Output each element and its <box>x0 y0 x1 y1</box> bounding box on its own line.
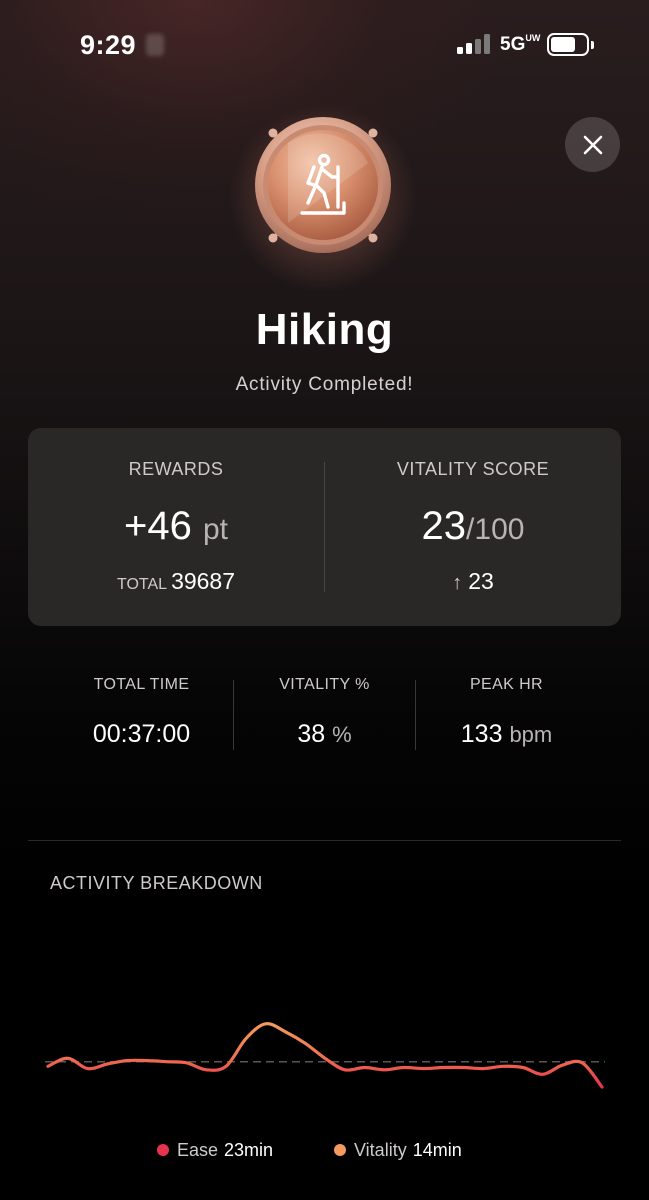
ease-dot-icon <box>157 1144 169 1156</box>
battery-icon <box>547 33 594 56</box>
activity-stats: TOTAL TIME 00:37:00 VITALITY % 38 % PEAK… <box>50 665 600 765</box>
legend-vitality: Vitality 14min <box>334 1140 462 1161</box>
rewards-total-label: TOTAL <box>116 576 168 593</box>
rewards-total: TOTAL 39687 <box>28 568 324 595</box>
activity-status: Activity Completed! <box>235 374 414 395</box>
vitality-score-section: VITALITY SCORE 23/100 ↑ 23 <box>325 428 621 626</box>
cellular-signal-icon <box>457 34 491 54</box>
close-button[interactable] <box>565 117 620 172</box>
vitality-score-change: ↑ 23 <box>325 568 621 595</box>
rewards-unit: pt <box>202 513 228 546</box>
stat-total-time: TOTAL TIME 00:37:00 <box>50 665 233 755</box>
arrow-up-icon: ↑ <box>452 572 463 594</box>
activity-breakdown-chart <box>45 1022 605 1089</box>
network-suffix: UW <box>525 32 541 43</box>
network-label: 5G <box>500 34 526 55</box>
legend-label: Vitality <box>354 1140 407 1160</box>
vitality-score-change-value: 23 <box>468 568 494 594</box>
breakdown-title: ACTIVITY BREAKDOWN <box>50 873 263 893</box>
stat-label: VITALITY % <box>279 676 370 693</box>
legend-label: Ease <box>177 1140 219 1160</box>
vitality-dot-icon <box>334 1144 346 1156</box>
stat-label: TOTAL TIME <box>93 676 190 693</box>
legend-value: 14min <box>412 1140 462 1160</box>
stat-number: 133 <box>460 720 503 748</box>
stat-value: 38 % <box>233 720 416 749</box>
chart-series-line <box>46 1022 604 1089</box>
vitality-score-max: /100 <box>466 513 525 546</box>
activity-title: Hiking <box>255 305 394 354</box>
status-time: 9:29 <box>80 30 137 60</box>
network-type: 5GUW <box>500 32 541 56</box>
stat-number: 00:37:00 <box>92 720 191 748</box>
stat-label: PEAK HR <box>469 676 544 693</box>
stat-vitality-percent: VITALITY % 38 % <box>233 665 416 755</box>
rewards-section: REWARDS +46 pt TOTAL 39687 <box>28 428 324 626</box>
stat-value: 00:37:00 <box>50 720 233 749</box>
chart-legend: Ease 23min Vitality 14min <box>0 1140 649 1166</box>
rewards-label: REWARDS <box>128 459 224 479</box>
stat-peak-hr: PEAK HR 133 bpm <box>415 665 598 755</box>
stat-number: 38 <box>297 720 326 748</box>
close-icon <box>583 135 602 154</box>
activity-badge <box>228 103 418 293</box>
section-divider <box>28 840 621 841</box>
status-bar: 9:29 5GUW <box>0 0 649 90</box>
vitality-score-number: 23 <box>421 504 467 548</box>
rewards-card: REWARDS +46 pt TOTAL 39687 VITALITY SCORE… <box>28 428 621 626</box>
legend-value: 23min <box>224 1140 274 1160</box>
status-blurred-indicator <box>146 34 164 56</box>
legend-ease: Ease 23min <box>157 1140 273 1161</box>
rewards-value: +46 pt <box>28 504 324 549</box>
vitality-score-label: VITALITY SCORE <box>396 459 550 479</box>
rewards-points: +46 <box>123 504 192 548</box>
vitality-score-value: 23/100 <box>325 504 621 549</box>
stat-unit: % <box>332 722 352 747</box>
rewards-total-value: 39687 <box>171 568 236 594</box>
stat-value: 133 bpm <box>415 720 598 749</box>
stat-unit: bpm <box>509 722 553 747</box>
